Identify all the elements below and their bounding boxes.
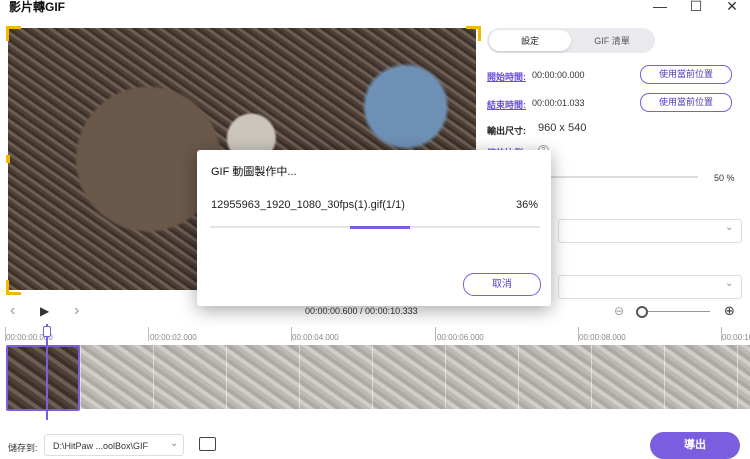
use-current-end-button[interactable]: 使用當前位置 bbox=[640, 93, 732, 112]
use-current-start-button[interactable]: 使用當前位置 bbox=[640, 65, 732, 84]
window-title: 影片轉GIF bbox=[9, 0, 65, 14]
next-icon[interactable]: › bbox=[74, 302, 79, 320]
tab-settings[interactable]: 設定 bbox=[489, 31, 571, 51]
export-button[interactable]: 導出 bbox=[650, 432, 740, 459]
start-time-value[interactable]: 00:00:00.000 bbox=[532, 70, 585, 80]
minimize-icon[interactable]: — bbox=[650, 0, 670, 14]
dialog-percent: 36% bbox=[516, 199, 539, 211]
selected-range[interactable] bbox=[6, 345, 80, 411]
timeline-ruler[interactable] bbox=[0, 322, 750, 344]
ruler-label: 00:00:06.000 bbox=[437, 333, 484, 342]
ruler-tick bbox=[291, 327, 292, 341]
save-path-select[interactable]: D:\HitPaw ...oolBox\GIF bbox=[44, 434, 184, 456]
ruler-tick bbox=[435, 327, 436, 341]
ruler-label: 00:00:04.000 bbox=[292, 333, 339, 342]
option-dropdown-2[interactable] bbox=[558, 275, 742, 299]
dialog-filename: 12955963_1920_1080_30fps(1).gif(1/1) bbox=[211, 199, 405, 211]
ruler-tick bbox=[578, 327, 579, 341]
tab-gif-list[interactable]: GIF 清單 bbox=[571, 31, 653, 51]
zoom-slider-knob[interactable] bbox=[636, 306, 648, 318]
crop-corner-top-left[interactable] bbox=[6, 26, 21, 41]
chevron-down-icon: ⌄ bbox=[725, 278, 734, 289]
option-dropdown-1[interactable] bbox=[558, 219, 742, 243]
timecode: 00:00:00.600 / 00:00:10.333 bbox=[305, 306, 418, 316]
scale-percent: 50 % bbox=[714, 173, 735, 183]
zoom-out-icon[interactable]: ⊖ bbox=[614, 304, 624, 318]
playhead-handle[interactable] bbox=[43, 326, 51, 337]
progress-fill bbox=[350, 226, 410, 229]
prev-icon[interactable]: ‹ bbox=[10, 302, 15, 320]
ruler-tick bbox=[721, 327, 722, 341]
save-to-label: 儲存到: bbox=[8, 443, 38, 453]
cancel-button[interactable]: 取消 bbox=[463, 273, 541, 296]
crop-corner-top-right[interactable] bbox=[466, 26, 481, 41]
folder-icon[interactable] bbox=[199, 437, 216, 451]
playhead[interactable] bbox=[46, 324, 48, 420]
output-size-value: 960 x 540 bbox=[538, 122, 587, 134]
crop-corner-bottom-left[interactable] bbox=[6, 280, 21, 295]
ruler-label: 00:00:10.0 bbox=[722, 333, 750, 342]
ruler-label: 00:00:02.000 bbox=[150, 333, 197, 342]
ruler-tick bbox=[148, 327, 149, 341]
play-icon[interactable]: ▶ bbox=[40, 304, 49, 318]
zoom-slider[interactable] bbox=[646, 311, 710, 312]
end-time-value[interactable]: 00:00:01.033 bbox=[532, 98, 585, 108]
start-time-label: 開始時間: bbox=[487, 72, 526, 82]
end-time-label: 結束時間: bbox=[487, 100, 526, 110]
ruler-label: 00:00:08.000 bbox=[579, 333, 626, 342]
scale-slider[interactable] bbox=[530, 176, 698, 178]
chevron-down-icon: ⌄ bbox=[170, 438, 179, 449]
chevron-down-icon: ⌄ bbox=[725, 222, 734, 233]
close-icon[interactable]: ✕ bbox=[722, 0, 742, 14]
zoom-in-icon[interactable]: ⊕ bbox=[724, 303, 735, 319]
output-size-label: 輸出尺寸: bbox=[487, 126, 526, 136]
ruler-tick bbox=[5, 327, 6, 341]
dialog-title: GIF 動圖製作中... bbox=[211, 166, 297, 178]
filmstrip[interactable] bbox=[8, 345, 750, 409]
crop-handle-left[interactable] bbox=[6, 155, 10, 163]
maximize-icon[interactable]: ☐ bbox=[686, 0, 706, 14]
